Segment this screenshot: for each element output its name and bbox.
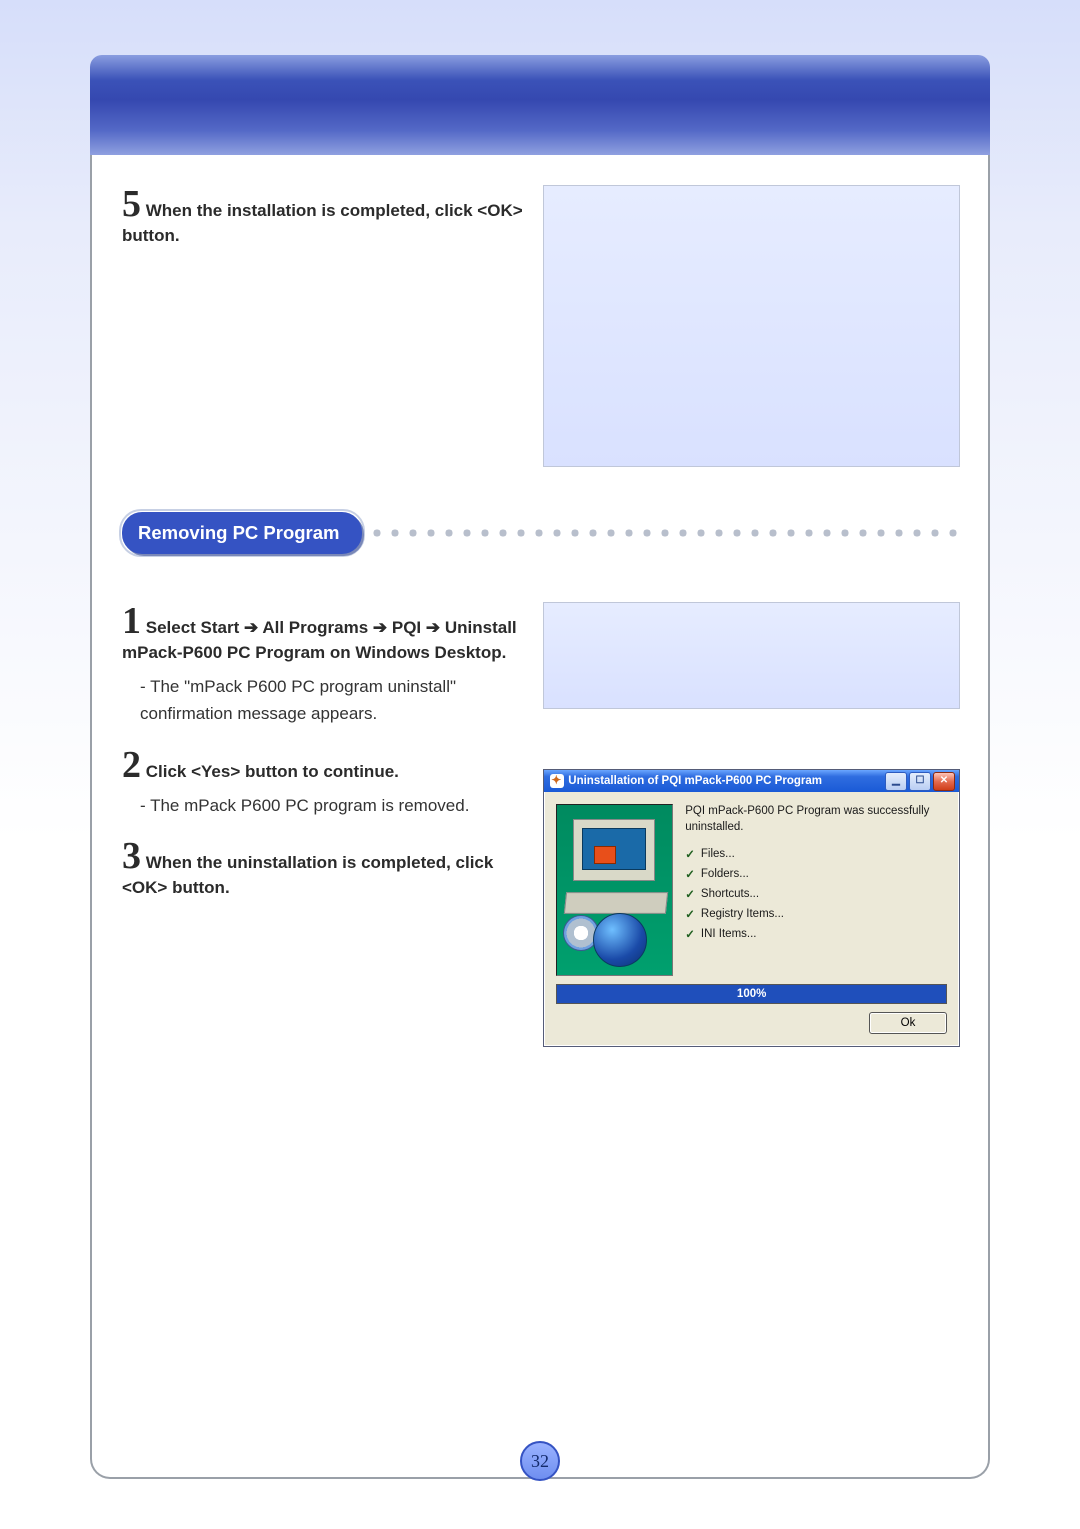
page-number: 32 [531, 1451, 549, 1472]
list-item-label: Files... [701, 848, 735, 860]
list-item-label: INI Items... [701, 928, 757, 940]
step-1-number: 1 [122, 600, 141, 642]
image-placeholder-top [543, 185, 960, 467]
dialog-app-icon [550, 774, 564, 788]
step-3-number: 3 [122, 835, 141, 877]
list-item-label: Shortcuts... [701, 888, 759, 900]
progress-label: 100% [737, 988, 766, 1000]
dialog-titlebar: Uninstallation of PQI mPack-P600 PC Prog… [544, 770, 959, 792]
uninstall-dialog: Uninstallation of PQI mPack-P600 PC Prog… [543, 769, 960, 1047]
list-item: ✓ Files... [685, 847, 947, 861]
globe-icon [593, 913, 647, 967]
progress-bar: 100% [556, 984, 947, 1004]
section-title: Removing PC Program [122, 512, 362, 554]
step-2-note: - The mPack P600 PC program is removed. [140, 792, 523, 819]
step-1-text-part1: Select Start [146, 618, 244, 637]
keyboard-icon [564, 892, 668, 914]
step-5: 5 When the installation is completed, cl… [122, 185, 523, 248]
step-1-text-part2: All Programs [262, 618, 373, 637]
check-icon: ✓ [685, 847, 695, 861]
close-button[interactable]: ✕ [933, 772, 955, 791]
step-2-text: Click <Yes> button to continue. [146, 762, 399, 781]
arrow-icon: ➔ [244, 618, 258, 637]
check-icon: ✓ [685, 907, 695, 921]
list-item: ✓ Shortcuts... [685, 887, 947, 901]
dialog-illustration [556, 804, 673, 976]
step-1-note: - The "mPack P600 PC program uninstall" … [140, 673, 523, 727]
step-2-number: 2 [122, 744, 141, 786]
step-1: 1 Select Start ➔ All Programs ➔ PQI ➔ Un… [122, 602, 523, 728]
step-3: 3 When the uninstallation is completed, … [122, 837, 523, 900]
section-header: Removing PC Program [122, 512, 958, 554]
page-number-badge: 32 [520, 1441, 560, 1481]
list-item: ✓ INI Items... [685, 927, 947, 941]
ok-button[interactable]: Ok [869, 1012, 947, 1034]
step-3-text: When the uninstallation is completed, cl… [122, 853, 493, 897]
minimize-button[interactable]: ▁ [885, 772, 907, 791]
list-item: ✓ Folders... [685, 867, 947, 881]
maximize-button[interactable]: ☐ [909, 772, 931, 791]
check-icon: ✓ [685, 927, 695, 941]
dialog-message: PQI mPack-P600 PC Program was successful… [685, 804, 947, 835]
list-item-label: Registry Items... [701, 908, 784, 920]
step-5-text: When the installation is completed, clic… [122, 201, 523, 245]
step-5-number: 5 [122, 183, 141, 225]
content-frame: 5 When the installation is completed, cl… [90, 155, 990, 1479]
header-band [90, 55, 990, 155]
list-item-label: Folders... [701, 868, 749, 880]
step-1-text-part3: PQI [392, 618, 426, 637]
list-item: ✓ Registry Items... [685, 907, 947, 921]
image-placeholder-mid [543, 602, 960, 709]
check-icon: ✓ [685, 867, 695, 881]
page-background: 5 When the installation is completed, cl… [0, 0, 1080, 1529]
check-icon: ✓ [685, 887, 695, 901]
dots-decoration [368, 528, 959, 538]
arrow-icon: ➔ [373, 618, 387, 637]
monitor-icon [573, 819, 655, 881]
step-2: 2 Click <Yes> button to continue. - The … [122, 746, 523, 820]
dialog-title-text: Uninstallation of PQI mPack-P600 PC Prog… [568, 775, 883, 787]
arrow-icon: ➔ [426, 618, 440, 637]
